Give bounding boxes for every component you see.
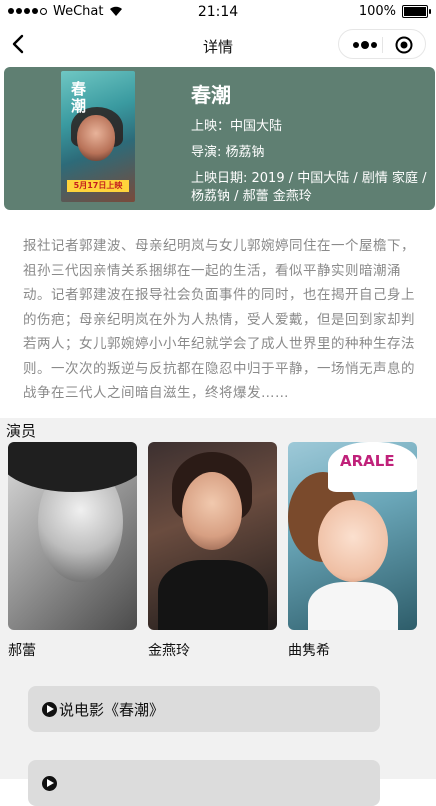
play-icon bbox=[42, 775, 57, 791]
actor-name: 曲隽希 bbox=[288, 643, 330, 659]
cast-section: 演员 郝蕾 金燕玲 ARALE 曲隽希 说电影《春潮》 bbox=[0, 418, 436, 806]
actor-card[interactable]: ARALE 曲隽希 bbox=[288, 442, 417, 660]
poster-title: 春潮 bbox=[71, 80, 87, 115]
actor-card[interactable]: 郝蕾 bbox=[8, 442, 137, 660]
menu-capsule bbox=[338, 29, 426, 59]
actor-photo bbox=[8, 442, 137, 630]
actor-photo: ARALE bbox=[288, 442, 417, 630]
video-button-partial[interactable] bbox=[28, 760, 380, 806]
movie-poster[interactable]: 春潮 5月17日上映 bbox=[61, 71, 135, 202]
actor-name: 金燕玲 bbox=[148, 643, 190, 659]
movie-details: 春潮 上映：中国大陆 导演: 杨荔钠 上映日期: 2019 / 中国大陆 / 剧… bbox=[191, 79, 435, 210]
hat-logo: ARALE bbox=[340, 452, 395, 470]
status-bar: WeChat 21:14 100% bbox=[0, 0, 436, 24]
target-icon[interactable] bbox=[395, 36, 413, 54]
battery-percent: 100% bbox=[358, 4, 396, 19]
release-date: 上映日期: 2019 / 中国大陆 / 剧情 家庭 / 杨荔钠 / 郝蕾 金燕玲 bbox=[191, 171, 427, 204]
video-button-label: 说电影《春潮》 bbox=[59, 700, 165, 719]
capsule-divider bbox=[382, 37, 383, 53]
video-button[interactable]: 说电影《春潮》 bbox=[28, 686, 380, 732]
release-region: 上映：中国大陆 bbox=[191, 119, 283, 134]
play-icon bbox=[42, 701, 57, 717]
more-dots-icon[interactable] bbox=[351, 40, 379, 50]
poster-date: 5月17日上映 bbox=[67, 180, 129, 192]
actor-name: 郝蕾 bbox=[8, 643, 36, 659]
nav-bar: 详情 bbox=[0, 24, 436, 66]
director: 导演: 杨荔钠 bbox=[191, 145, 265, 160]
synopsis-text: 报社记者郭建波、母亲纪明岚与女儿郭婉婷同住在一个屋檐下，祖孙三代因亲情关系捆绑在… bbox=[23, 238, 415, 401]
movie-info-card: 春潮 5月17日上映 春潮 上映：中国大陆 导演: 杨荔钠 上映日期: 2019… bbox=[4, 67, 435, 210]
actor-card[interactable]: 金燕玲 bbox=[148, 442, 277, 660]
poster-face bbox=[77, 115, 115, 161]
status-right: 100% bbox=[358, 4, 431, 19]
cast-heading: 演员 bbox=[6, 422, 37, 440]
battery-icon bbox=[402, 5, 431, 18]
actor-photo bbox=[148, 442, 277, 630]
movie-title: 春潮 bbox=[191, 83, 231, 107]
